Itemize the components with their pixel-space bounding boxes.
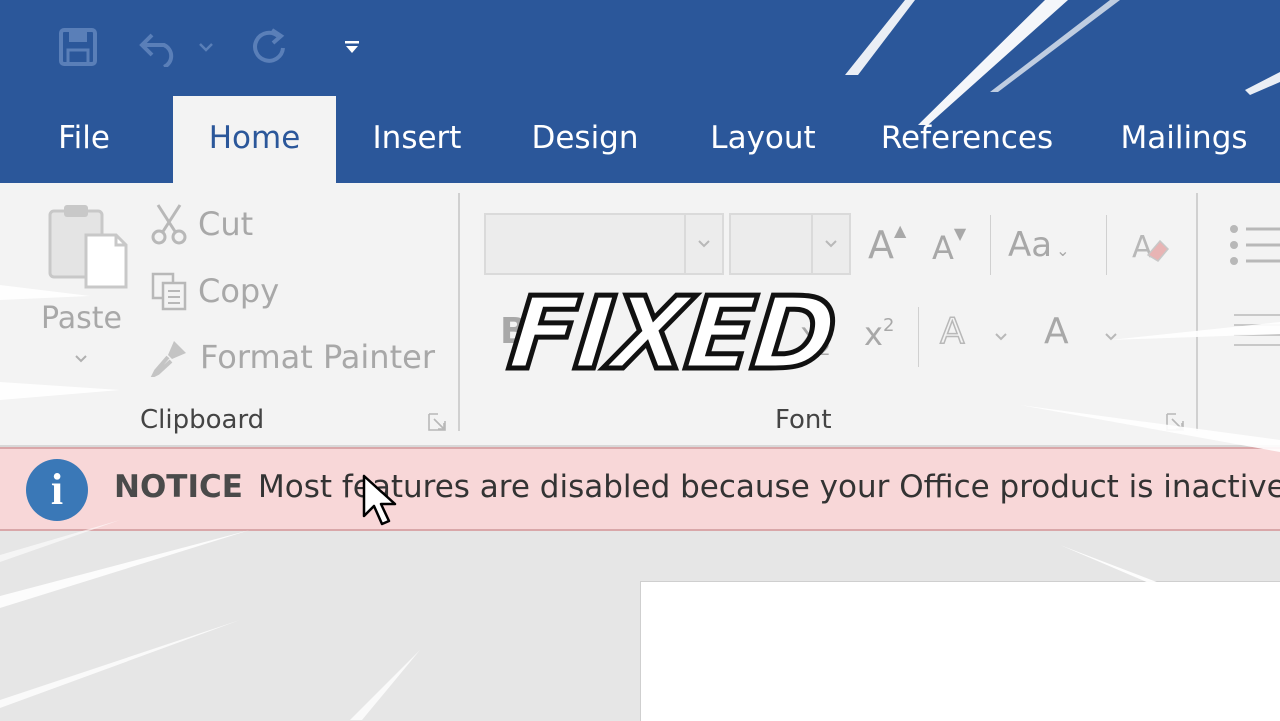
copy-label: Copy xyxy=(198,272,280,310)
superscript-button[interactable]: x2 xyxy=(864,315,894,353)
undo-icon[interactable] xyxy=(138,22,184,72)
font-dialog-launcher-icon[interactable] xyxy=(1166,413,1184,431)
info-icon: i xyxy=(26,459,88,521)
align-left-button[interactable] xyxy=(1232,311,1280,355)
tab-references[interactable]: References xyxy=(876,96,1058,183)
font-name-combo[interactable] xyxy=(484,213,724,275)
bullets-icon xyxy=(1230,225,1280,265)
paste-dropdown-icon[interactable] xyxy=(74,349,88,368)
document-area xyxy=(0,531,1280,721)
tab-design[interactable]: Design xyxy=(520,96,650,183)
change-case-dropdown-icon[interactable]: ⌄ xyxy=(1056,241,1069,260)
font-size-combo[interactable] xyxy=(729,213,851,275)
align-left-icon xyxy=(1234,314,1280,346)
tab-home[interactable]: Home xyxy=(173,96,336,183)
title-bar xyxy=(0,0,1280,96)
notice-message: Most features are disabled because your … xyxy=(258,469,1280,505)
shrink-font-button[interactable]: A▼ xyxy=(932,224,966,267)
font-divider xyxy=(918,307,919,367)
shrink-font-glyph: A xyxy=(932,229,954,267)
format-painter-button[interactable]: Format Painter xyxy=(150,337,435,377)
paintbrush-icon xyxy=(150,341,186,377)
group-divider xyxy=(1196,193,1198,431)
superscript-glyph: x xyxy=(864,315,883,353)
paste-icon xyxy=(46,201,130,295)
format-painter-label: Format Painter xyxy=(200,338,435,376)
tab-mailings[interactable]: Mailings xyxy=(1108,96,1260,183)
text-effects-button[interactable]: A xyxy=(939,310,965,353)
font-color-glyph: A xyxy=(1044,311,1069,352)
copy-icon xyxy=(151,272,187,311)
font-name-dropdown-icon[interactable] xyxy=(684,215,722,273)
clear-formatting-button[interactable]: A xyxy=(1130,227,1170,271)
paste-button[interactable]: Paste xyxy=(36,201,136,381)
ribbon-tabs: File Home Insert Design Layout Reference… xyxy=(0,96,1280,183)
clear-formatting-icon: A xyxy=(1132,230,1170,265)
change-case-button[interactable]: Aa ⌄ xyxy=(1008,225,1070,265)
grow-font-glyph: A xyxy=(868,223,894,267)
cut-label: Cut xyxy=(198,205,254,243)
copy-button[interactable]: Copy xyxy=(150,271,279,311)
notice-title: NOTICE xyxy=(114,469,243,505)
tab-insert[interactable]: Insert xyxy=(362,96,472,183)
grow-caret-icon: ▲ xyxy=(894,221,907,240)
cut-button[interactable]: Cut xyxy=(150,203,253,245)
fixed-overlay-text: FIXED xyxy=(501,273,842,395)
save-icon[interactable] xyxy=(58,22,98,72)
svg-text:A: A xyxy=(1132,230,1153,265)
tab-layout[interactable]: Layout xyxy=(700,96,826,183)
tab-file[interactable]: File xyxy=(46,96,122,183)
redo-icon[interactable] xyxy=(248,22,290,72)
text-effects-glyph: A xyxy=(939,310,965,353)
document-page[interactable] xyxy=(640,581,1280,721)
font-size-dropdown-icon[interactable] xyxy=(811,215,849,273)
font-divider xyxy=(990,215,991,275)
undo-dropdown-icon[interactable] xyxy=(198,22,214,72)
font-group-label: Font xyxy=(775,405,832,435)
group-divider xyxy=(458,193,460,431)
bullets-button[interactable] xyxy=(1228,223,1280,271)
change-case-glyph: Aa xyxy=(1008,225,1053,265)
clipboard-group-label: Clipboard xyxy=(140,405,265,435)
font-color-dropdown-icon[interactable] xyxy=(1104,327,1118,346)
superscript-mark: 2 xyxy=(882,315,895,336)
font-color-button[interactable]: A xyxy=(1044,311,1069,352)
grow-font-button[interactable]: A▲ xyxy=(868,221,907,267)
text-effects-dropdown-icon[interactable] xyxy=(994,327,1008,346)
scissors-icon xyxy=(151,204,187,245)
mouse-cursor-icon xyxy=(362,474,398,532)
clipboard-dialog-launcher-icon[interactable] xyxy=(428,413,446,431)
paste-label: Paste xyxy=(41,301,122,336)
font-divider xyxy=(1106,215,1107,275)
customize-quick-access-icon[interactable] xyxy=(344,22,360,72)
shrink-caret-icon: ▼ xyxy=(953,224,967,243)
notice-bar: i NOTICE Most features are disabled beca… xyxy=(0,447,1280,531)
